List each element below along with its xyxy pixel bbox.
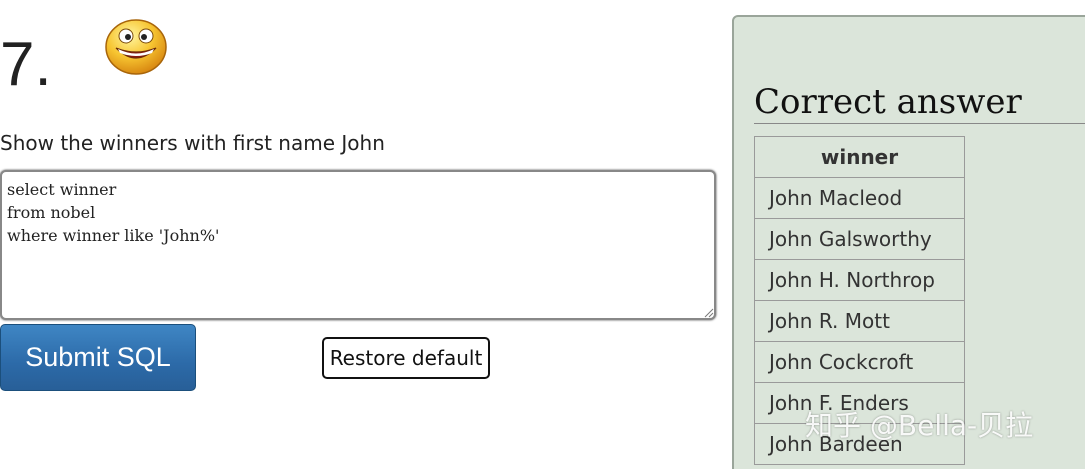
table-row: John Cockcroft [754, 341, 965, 383]
question-text: Show the winners with first name John [0, 131, 385, 155]
table-cell: John R. Mott [754, 300, 965, 342]
correct-answer-heading: Correct answer [754, 81, 1085, 124]
table-cell: John Macleod [754, 177, 965, 219]
table-row: John Macleod [754, 177, 965, 219]
table-cell: John H. Northrop [754, 259, 965, 301]
sql-editor[interactable]: select winner from nobel where winner li… [0, 170, 716, 320]
watermark: 知乎 @Bella-贝拉 [805, 409, 1034, 442]
resize-grip-icon[interactable] [702, 306, 714, 318]
table-cell: John Cockcroft [754, 341, 965, 383]
column-header-winner: winner [754, 136, 965, 178]
table-row: John R. Mott [754, 300, 965, 342]
table-row: John Galsworthy [754, 218, 965, 260]
page: 7. Show the winners with first name John… [0, 0, 1085, 469]
question-number: 7. [0, 30, 52, 99]
restore-default-button[interactable]: Restore default [322, 337, 490, 379]
table-row: John H. Northrop [754, 259, 965, 301]
table-header-row: winner [754, 136, 965, 178]
grinning-smiley-icon [105, 19, 167, 75]
table-cell: John Galsworthy [754, 218, 965, 260]
submit-sql-button[interactable]: Submit SQL [0, 324, 196, 391]
correct-answer-panel: Correct answer winner John Macleod John … [732, 15, 1085, 469]
